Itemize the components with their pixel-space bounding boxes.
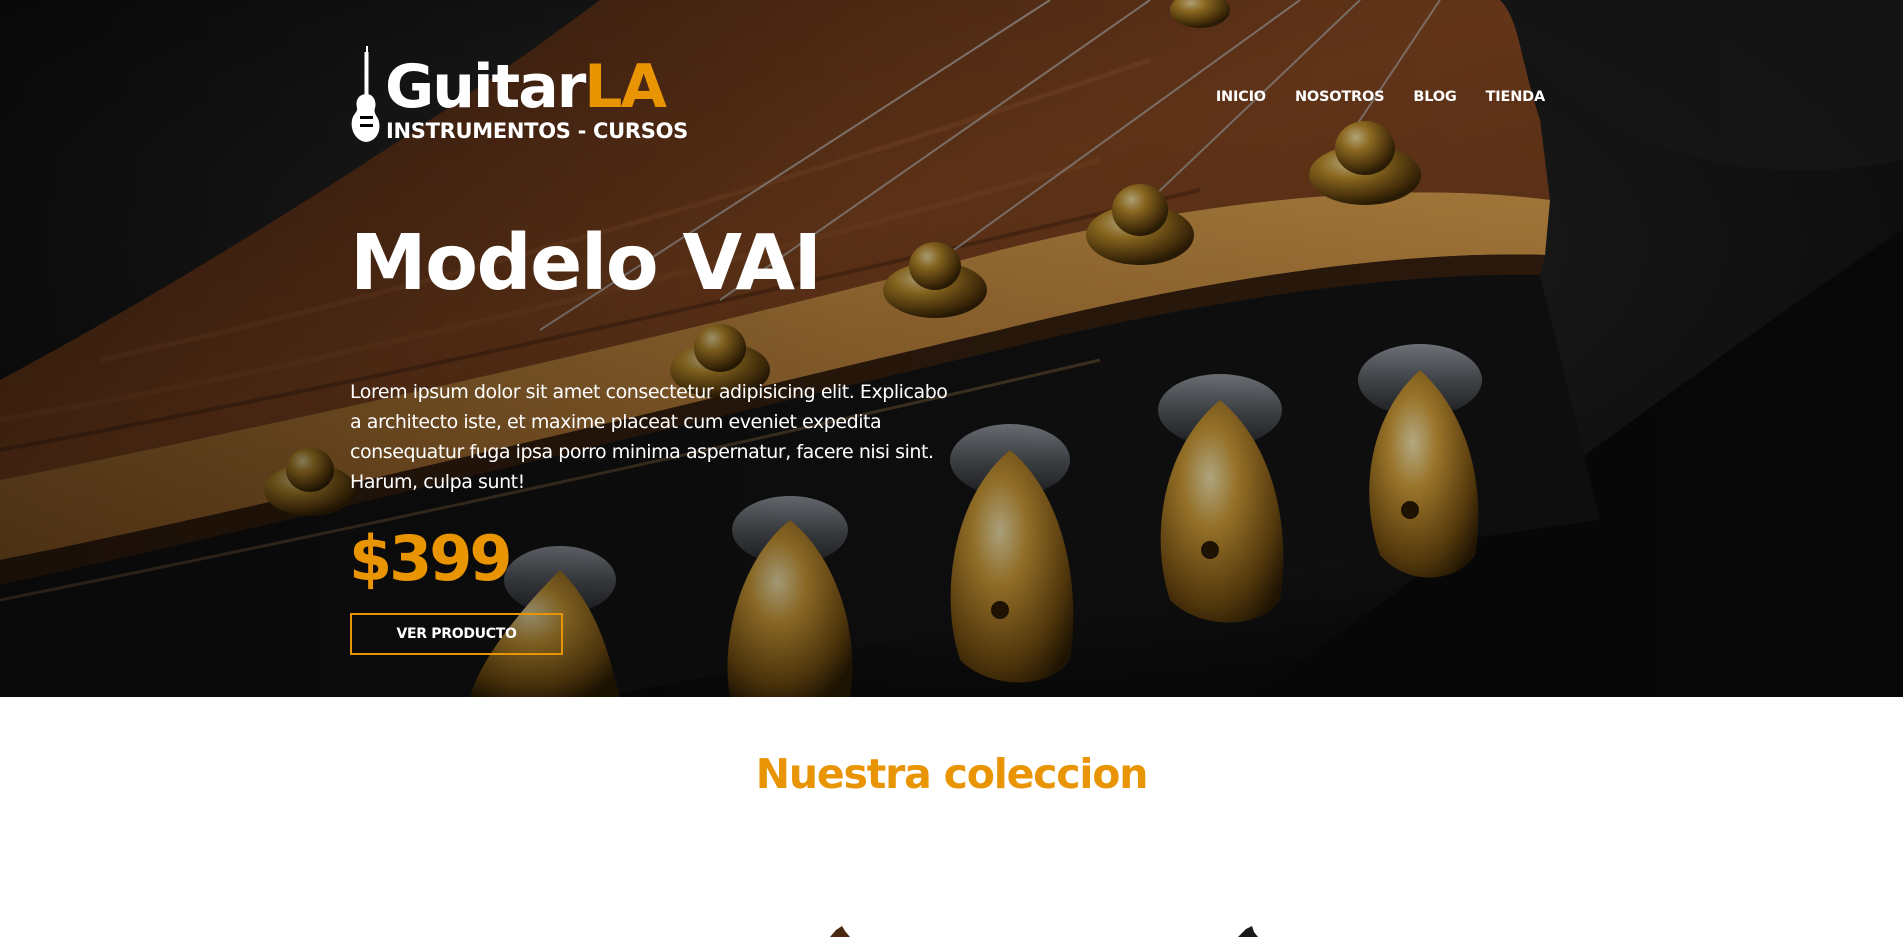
logo-tagline: INSTRUMENTOS - CURSOS — [386, 119, 688, 143]
hero-description: Lorem ipsum dolor sit amet consectetur a… — [350, 381, 948, 493]
main-nav: INICIO NOSOTROS BLOG TIENDA — [1216, 88, 1545, 106]
logo-word-guitar: Guitar — [385, 52, 586, 122]
hero-title: Modelo VAI — [350, 219, 822, 308]
nav-link-tienda[interactable]: TIENDA — [1486, 88, 1546, 106]
collection-title: Nuestra coleccion — [755, 750, 1149, 798]
hero-section: GuitarLA INSTRUMENTOS - CURSOS INICIO NO… — [0, 0, 1903, 697]
electric-guitar-icon — [351, 46, 380, 142]
nav-link-nosotros[interactable]: NOSOTROS — [1295, 88, 1385, 106]
logo-wordmark: GuitarLA — [385, 56, 667, 118]
collection-product-image-peek — [830, 926, 1258, 937]
hero-price: $399 — [349, 522, 513, 595]
nav-link-blog[interactable]: BLOG — [1413, 88, 1456, 106]
site-header: GuitarLA INSTRUMENTOS - CURSOS INICIO NO… — [349, 46, 1549, 146]
logo-link[interactable]: GuitarLA INSTRUMENTOS - CURSOS — [349, 46, 688, 146]
view-product-button[interactable]: VER PRODUCTO — [350, 613, 563, 655]
nav-link-inicio[interactable]: INICIO — [1216, 88, 1266, 106]
logo-word-la: LA — [584, 52, 667, 122]
